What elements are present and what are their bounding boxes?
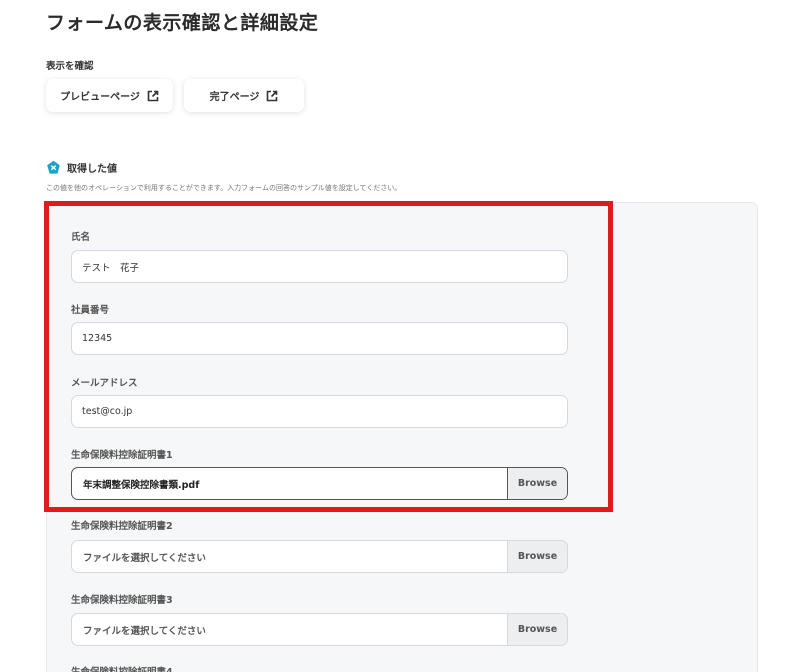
name-label: 氏名 — [71, 232, 91, 243]
cert3-file-placeholder: ファイルを選択してください — [83, 625, 206, 637]
acquired-values-title: 取得した値 — [67, 164, 117, 175]
complete-page-button[interactable]: 完了ページ — [184, 79, 304, 112]
cert1-label: 生命保険料控除証明書1 — [71, 450, 173, 461]
email-label: メールアドレス — [71, 378, 138, 389]
employee-id-input[interactable] — [71, 322, 568, 355]
cert2-browse-button[interactable]: Browse — [507, 541, 567, 572]
acquired-values-heading: 取得した値 — [46, 160, 117, 175]
cert1-file-name: 年末調整保険控除書類.pdf — [83, 479, 200, 491]
external-link-icon — [266, 90, 278, 102]
cert1-file-input[interactable]: 年末調整保険控除書類.pdf Browse — [71, 467, 568, 500]
form-settings-page: フォームの表示確認と詳細設定 表示を確認 プレビューページ 完了ページ 取得した… — [0, 0, 787, 672]
preview-page-button-label: プレビューページ — [60, 92, 140, 103]
cert3-label: 生命保険料控除証明書3 — [71, 595, 173, 606]
cert2-label: 生命保険料控除証明書2 — [71, 521, 173, 532]
preview-section-label: 表示を確認 — [46, 61, 94, 72]
employee-id-label: 社員番号 — [71, 305, 110, 316]
name-input[interactable] — [71, 250, 568, 283]
page-title: フォームの表示確認と詳細設定 — [46, 12, 319, 34]
complete-page-button-label: 完了ページ — [209, 92, 260, 103]
preview-page-button[interactable]: プレビューページ — [46, 79, 173, 112]
cert2-file-placeholder: ファイルを選択してください — [83, 552, 206, 564]
email-input[interactable] — [71, 395, 568, 428]
cert1-browse-button[interactable]: Browse — [507, 468, 567, 499]
cert4-label: 生命保険料控除証明書4 — [71, 664, 173, 672]
external-link-icon — [147, 90, 159, 102]
cert2-file-input[interactable]: ファイルを選択してください Browse — [71, 540, 568, 573]
variable-badge-icon — [46, 160, 61, 175]
cert3-file-input[interactable]: ファイルを選択してください Browse — [71, 613, 568, 646]
acquired-values-description: この値を他のオペレーションで利用することができます。入力フォームの回答のサンプル… — [46, 184, 402, 192]
cert3-browse-button[interactable]: Browse — [507, 614, 567, 645]
